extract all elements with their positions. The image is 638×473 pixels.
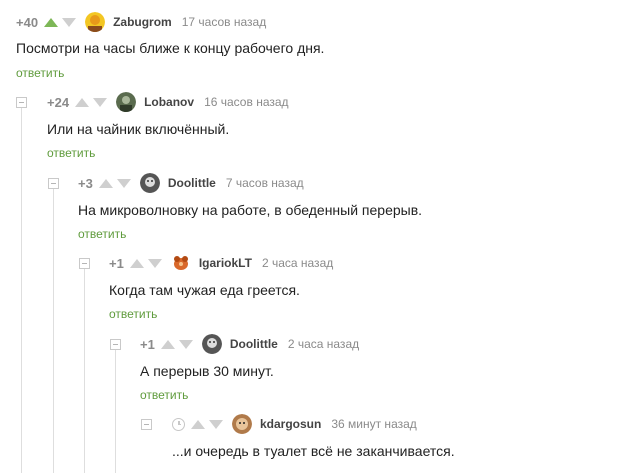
upvote-icon[interactable] xyxy=(160,339,175,349)
clock-icon xyxy=(172,417,185,431)
avatar[interactable] xyxy=(85,12,106,32)
username[interactable]: Doolittle xyxy=(230,337,278,351)
comment-header: +40 Zabugrom 17 часов назад xyxy=(16,12,266,32)
downvote-icon[interactable] xyxy=(147,258,162,268)
reply-link[interactable]: ответить xyxy=(109,307,157,321)
rating: +1 xyxy=(140,336,155,352)
username[interactable]: kdargosun xyxy=(260,417,321,431)
comment-text: Или на чайник включённый. xyxy=(47,121,230,137)
collapse-toggle[interactable] xyxy=(79,258,90,269)
rating: +3 xyxy=(78,175,93,191)
downvote-icon[interactable] xyxy=(93,97,108,107)
comment-header: +24 Lobanov 16 часов назад xyxy=(47,92,289,112)
reply-link[interactable]: ответить xyxy=(16,66,64,80)
upvote-icon[interactable] xyxy=(98,178,113,188)
rating: +1 xyxy=(109,255,124,271)
comment-header: +1 IgariokLT 2 часа назад xyxy=(109,253,333,273)
upvote-icon[interactable] xyxy=(44,17,59,27)
comment-text: А перерыв 30 минут. xyxy=(140,363,274,379)
comment-text: Когда там чужая еда греется. xyxy=(109,282,300,298)
upvote-icon[interactable] xyxy=(75,97,90,107)
downvote-icon[interactable] xyxy=(178,339,193,349)
collapse-toggle[interactable] xyxy=(48,178,59,189)
timestamp[interactable]: 17 часов назад xyxy=(182,15,266,29)
reply-link[interactable]: ответить xyxy=(140,388,188,402)
thread-line xyxy=(53,189,54,473)
avatar[interactable] xyxy=(232,414,252,434)
thread-line xyxy=(84,269,85,473)
comment-text: Посмотри на часы ближе к концу рабочего … xyxy=(16,40,325,56)
username[interactable]: Doolittle xyxy=(168,176,216,190)
reply-link[interactable]: ответить xyxy=(78,227,126,241)
collapse-toggle[interactable] xyxy=(16,97,27,108)
collapse-toggle[interactable] xyxy=(110,339,121,350)
comment-text: ...и очередь в туалет всё не заканчивает… xyxy=(172,443,455,459)
avatar[interactable] xyxy=(139,173,160,193)
username[interactable]: Lobanov xyxy=(144,95,194,109)
downvote-icon[interactable] xyxy=(209,419,223,429)
timestamp[interactable]: 2 часа назад xyxy=(262,256,333,270)
avatar[interactable] xyxy=(201,334,222,354)
rating: +40 xyxy=(16,14,39,30)
username[interactable]: Zabugrom xyxy=(113,15,172,29)
comment-header: +3 Doolittle 7 часов назад xyxy=(78,173,304,193)
collapse-toggle[interactable] xyxy=(141,419,152,430)
avatar[interactable] xyxy=(171,253,191,273)
downvote-icon[interactable] xyxy=(116,178,131,188)
avatar[interactable] xyxy=(116,92,137,112)
timestamp[interactable]: 7 часов назад xyxy=(226,176,304,190)
username[interactable]: IgariokLT xyxy=(199,256,252,270)
timestamp[interactable]: 2 часа назад xyxy=(288,337,359,351)
timestamp[interactable]: 16 часов назад xyxy=(204,95,288,109)
thread-line xyxy=(115,350,116,473)
upvote-icon[interactable] xyxy=(191,419,205,429)
reply-link[interactable]: ответить xyxy=(47,146,95,160)
comment-header: +1 Doolittle 2 часа назад xyxy=(140,334,359,354)
upvote-icon[interactable] xyxy=(129,258,144,268)
comment-text: На микроволновку на работе, в обеденный … xyxy=(78,202,423,218)
rating: +24 xyxy=(47,94,70,110)
thread-line xyxy=(21,108,22,473)
downvote-icon[interactable] xyxy=(62,17,77,27)
timestamp[interactable]: 36 минут назад xyxy=(331,417,416,431)
comment-header: kdargosun 36 минут назад xyxy=(172,414,417,434)
